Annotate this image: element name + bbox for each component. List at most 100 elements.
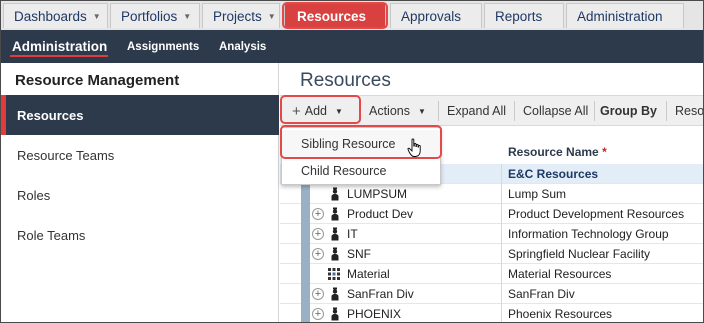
menu-item-child-resource[interactable]: Child Resource xyxy=(282,157,440,184)
tab-label: Approvals xyxy=(401,8,462,24)
tab-administration[interactable]: Administration xyxy=(566,3,684,28)
column-divider xyxy=(501,224,502,244)
person-icon xyxy=(331,287,339,301)
row-level-bar xyxy=(301,304,310,322)
sidebar-item-label: Resource Teams xyxy=(17,147,115,163)
tab-label: Reports xyxy=(495,8,543,24)
expand-icon[interactable]: + xyxy=(312,308,324,320)
resource-code: SanFran Div xyxy=(347,287,414,301)
divider xyxy=(438,101,439,121)
person-icon xyxy=(331,207,339,221)
resource-name: SanFran Div xyxy=(508,287,575,301)
column-header-resource-name[interactable]: Resource Name * xyxy=(508,145,607,159)
sidebar-item-role-teams[interactable]: Role Teams xyxy=(1,215,279,255)
tab-portfolios[interactable]: Portfolios ▼ xyxy=(110,3,200,28)
resource-column-button[interactable]: Resou xyxy=(675,96,703,126)
sidebar-item-roles[interactable]: Roles xyxy=(1,175,279,215)
tab-label: Portfolios xyxy=(121,8,178,24)
tab-label: Projects xyxy=(213,8,262,24)
table-row[interactable]: + SNF Springfield Nuclear Facility xyxy=(280,244,703,264)
expand-all-button[interactable]: Expand All xyxy=(447,96,506,126)
material-icon xyxy=(328,268,340,280)
person-icon xyxy=(331,307,339,321)
resource-name: Information Technology Group xyxy=(508,227,669,241)
table-row[interactable]: + Product Dev Product Development Resource… xyxy=(280,204,703,224)
column-divider xyxy=(501,204,502,224)
column-divider xyxy=(501,164,502,184)
collapse-all-button[interactable]: Collapse All xyxy=(523,96,588,126)
table-row[interactable]: LUMPSUM Lump Sum xyxy=(280,184,703,204)
row-level-bar xyxy=(301,184,310,204)
column-divider xyxy=(501,184,502,204)
resource-code: SNF xyxy=(347,247,371,261)
resource-code: Material xyxy=(347,267,390,281)
row-level-bar xyxy=(301,244,310,264)
column-divider xyxy=(501,244,502,264)
top-tab-bar: Dashboards ▼ Portfolios ▼ Projects ▼ Res… xyxy=(1,1,703,30)
sidebar: Resource Management Resources Resource T… xyxy=(1,63,279,322)
resource-name: Material Resources xyxy=(508,267,612,281)
hand-cursor-icon xyxy=(407,138,421,157)
divider xyxy=(594,101,595,121)
column-divider xyxy=(501,304,502,322)
table-row[interactable]: + PHOENIX Phoenix Resources xyxy=(280,304,703,322)
chevron-down-icon: ▼ xyxy=(183,11,192,21)
row-level-bar xyxy=(301,284,310,304)
column-header-label: Resource Name xyxy=(508,145,599,159)
resource-name: Product Development Resources xyxy=(508,207,685,221)
main-content: Resources + Add ▼ Actions ▼ Expand All C… xyxy=(280,63,703,322)
resource-name: Springfield Nuclear Facility xyxy=(508,247,651,261)
person-icon xyxy=(331,187,339,201)
divider xyxy=(514,101,515,121)
sidebar-item-resource-teams[interactable]: Resource Teams xyxy=(1,135,279,175)
resource-code: PHOENIX xyxy=(347,307,402,321)
highlight-box xyxy=(282,2,388,29)
column-divider xyxy=(501,264,502,284)
chevron-down-icon: ▼ xyxy=(92,11,101,21)
resource-name: Lump Sum xyxy=(508,187,567,201)
row-level-bar xyxy=(301,204,310,224)
required-marker: * xyxy=(602,145,607,159)
group-by-label: Group By xyxy=(600,104,657,118)
page-title: Resources xyxy=(300,70,391,91)
tab-approvals[interactable]: Approvals xyxy=(390,3,482,28)
tab-reports[interactable]: Reports xyxy=(484,3,564,28)
tab-label: Dashboards xyxy=(14,8,87,24)
sidebar-item-label: Resources xyxy=(17,107,84,123)
actions-button[interactable]: Actions ▼ xyxy=(369,96,426,126)
sidebar-item-label: Roles xyxy=(17,187,51,203)
expand-icon[interactable]: + xyxy=(312,228,324,240)
table-row[interactable]: + IT Information Technology Group xyxy=(280,224,703,244)
actions-label: Actions xyxy=(369,104,410,118)
chevron-down-icon: ▼ xyxy=(418,106,426,116)
tab-projects[interactable]: Projects ▼ xyxy=(202,3,280,28)
tab-label: Administration xyxy=(577,8,663,24)
sub-nav: Administration Assignments Analysis xyxy=(1,30,703,63)
resource-code: LUMPSUM xyxy=(347,187,408,201)
divider xyxy=(666,101,667,121)
resource-code: Product Dev xyxy=(347,207,414,221)
highlight-box xyxy=(280,95,361,124)
person-icon xyxy=(331,247,339,261)
app-window: Dashboards ▼ Portfolios ▼ Projects ▼ Res… xyxy=(0,0,704,323)
table-row[interactable]: + SanFran Div SanFran Div xyxy=(280,284,703,304)
subnav-assignments[interactable]: Assignments xyxy=(127,30,199,63)
table-row[interactable]: Material Material Resources xyxy=(280,264,703,284)
sidebar-item-label: Role Teams xyxy=(17,227,86,243)
chevron-down-icon: ▼ xyxy=(267,11,276,21)
active-underline xyxy=(10,55,108,57)
tab-dashboards[interactable]: Dashboards ▼ xyxy=(3,3,108,28)
expand-icon[interactable]: + xyxy=(312,208,324,220)
resource-name: E&C Resources xyxy=(508,167,599,181)
expand-icon[interactable]: + xyxy=(312,248,324,260)
resource-name: Phoenix Resources xyxy=(508,307,613,321)
row-level-bar xyxy=(301,264,310,284)
resource-code: IT xyxy=(347,227,358,241)
expand-icon[interactable]: + xyxy=(312,288,324,300)
sidebar-item-resources[interactable]: Resources xyxy=(1,95,279,135)
person-icon xyxy=(331,227,339,241)
column-divider xyxy=(501,284,502,304)
row-level-bar xyxy=(301,224,310,244)
subnav-analysis[interactable]: Analysis xyxy=(219,30,266,63)
sidebar-title: Resource Management xyxy=(15,72,180,89)
